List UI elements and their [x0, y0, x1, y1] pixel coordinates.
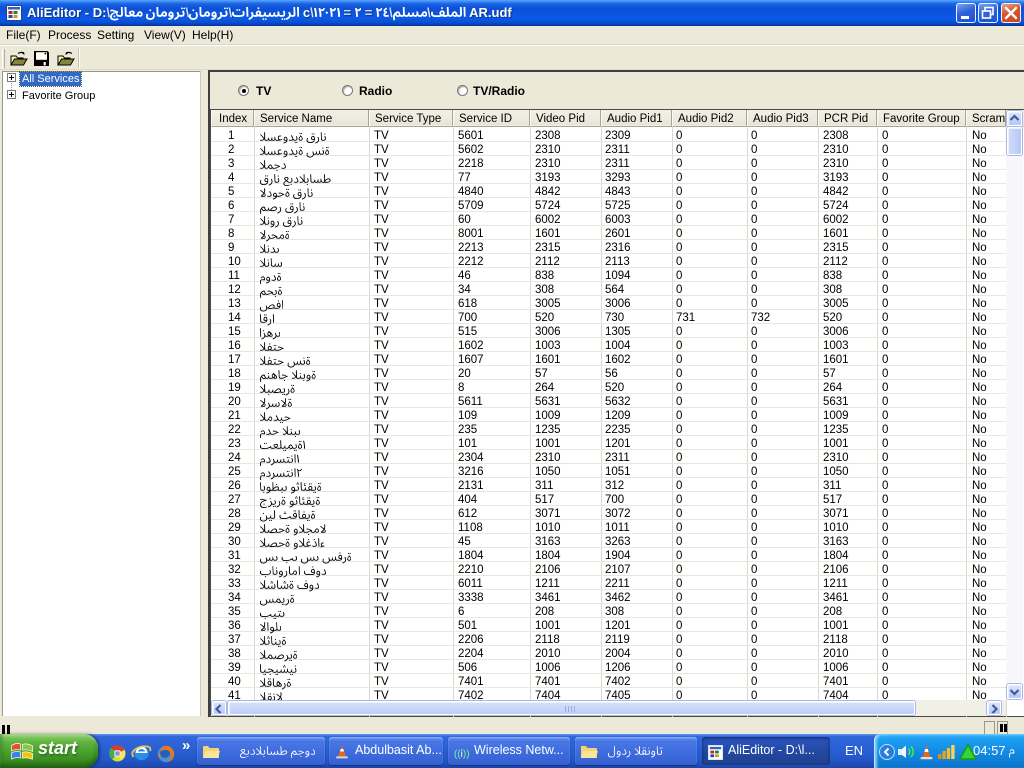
svg-text:((i)): ((i))	[454, 749, 470, 760]
